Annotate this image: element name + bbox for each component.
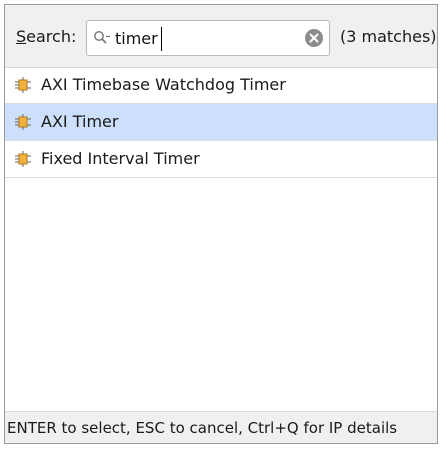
result-item[interactable]: AXI Timebase Watchdog Timer [5,67,437,104]
ip-core-icon [15,77,31,93]
result-item[interactable]: AXI Timer [5,104,437,141]
search-label-mnemonic: S [16,27,27,46]
hint-footer: ENTER to select, ESC to cancel, Ctrl+Q f… [5,411,437,443]
ip-search-popup: Search: (3 matches) [4,4,438,444]
search-bar: Search: (3 matches) [5,5,437,68]
clear-circle-icon [309,33,319,43]
search-input[interactable] [115,27,295,49]
search-label: Search: [16,27,76,47]
match-count: (3 matches) [340,27,437,46]
results-list: AXI Timebase Watchdog Timer AXI Timer Fi… [5,67,437,178]
text-caret [161,27,162,51]
keyboard-hint: ENTER to select, ESC to cancel, Ctrl+Q f… [7,419,398,437]
ip-core-icon [15,151,31,167]
ip-core-icon [15,114,31,130]
search-field[interactable] [86,20,330,56]
result-label: Fixed Interval Timer [41,149,200,168]
search-icon [94,31,110,44]
clear-search-button[interactable] [305,29,323,47]
search-label-text: earch: [26,27,77,46]
result-label: AXI Timebase Watchdog Timer [41,75,286,94]
result-item[interactable]: Fixed Interval Timer [5,141,437,178]
result-label: AXI Timer [41,112,119,131]
